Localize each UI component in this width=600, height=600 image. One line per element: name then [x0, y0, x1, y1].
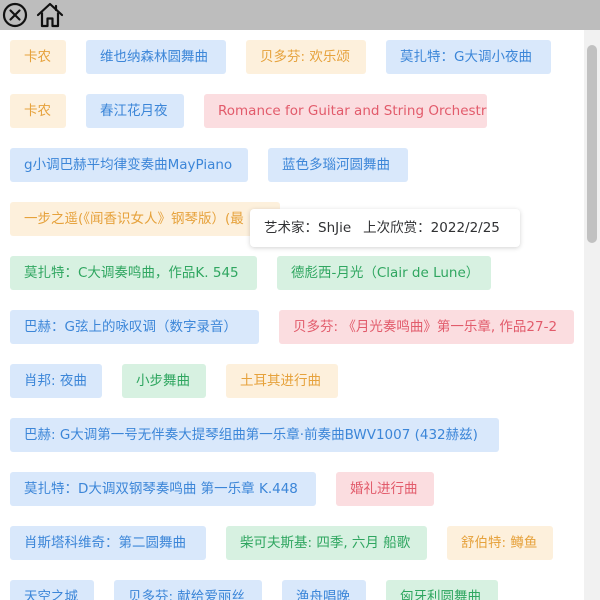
song-tag-list: 卡农 维也纳森林圆舞曲 贝多芬: 欢乐颂 莫扎特：G大调小夜曲 卡农 春江花月夜… [0, 30, 584, 600]
song-tag[interactable]: 土耳其进行曲 [226, 364, 338, 398]
song-tag[interactable]: 维也纳森林圆舞曲 [86, 40, 226, 74]
song-tag[interactable]: 莫扎特：C大调奏鸣曲，作品K. 545 [10, 256, 257, 290]
song-tag[interactable]: 一步之遥(《闻香识女人》钢琴版）(最 [10, 202, 280, 236]
song-tag[interactable]: 卡农 [10, 94, 66, 128]
song-tag[interactable]: 春江花月夜 [86, 94, 184, 128]
close-icon[interactable] [1, 1, 29, 29]
last-played-date: 2022/2/25 [430, 220, 500, 236]
artist-name: ShJie [318, 220, 352, 236]
top-toolbar [0, 0, 600, 30]
song-info-tooltip: 艺术家：ShJie 上次欣赏：2022/2/25 [250, 209, 520, 247]
song-tag[interactable]: 肖斯塔科维奇：第二圆舞曲 [10, 526, 206, 560]
song-tag[interactable]: g小调巴赫平均律变奏曲MayPiano [10, 148, 248, 182]
song-tag[interactable]: 渔舟唱晚 [282, 580, 366, 600]
home-icon[interactable] [34, 1, 66, 29]
song-tag[interactable]: 巴赫：G弦上的咏叹调（数字录音） [10, 310, 259, 344]
song-tag[interactable]: 巴赫: G大调第一号无伴奏大提琴组曲第一乐章·前奏曲BWV1007 (432赫兹… [10, 418, 499, 452]
song-tag[interactable]: 柴可夫斯基: 四季, 六月 船歌 [226, 526, 427, 560]
scrollbar-thumb[interactable] [587, 45, 597, 243]
vertical-scrollbar[interactable] [584, 30, 600, 600]
song-tag[interactable]: 蓝色多瑙河圆舞曲 [268, 148, 408, 182]
song-tag[interactable]: 莫扎特：G大调小夜曲 [386, 40, 551, 74]
song-tag[interactable]: 德彪西-月光（Clair de Lune） [277, 256, 491, 290]
song-tag[interactable]: 小步舞曲 [122, 364, 206, 398]
song-tag[interactable]: 舒伯特: 鳟鱼 [447, 526, 553, 560]
song-tag[interactable]: 贝多芬: 《月光奏鸣曲》第一乐章, 作品27-2 [279, 310, 574, 344]
song-tag[interactable]: 婚礼进行曲 [336, 472, 434, 506]
song-tag[interactable]: 莫扎特：D大调双钢琴奏鸣曲 第一乐章 K.448 [10, 472, 316, 506]
artist-label: 艺术家： [264, 220, 318, 236]
song-tag[interactable]: 肖邦: 夜曲 [10, 364, 102, 398]
song-tag[interactable]: Romance for Guitar and String Orchestra [204, 94, 487, 128]
song-tag[interactable]: 贝多芬: 献给爱丽丝 [114, 580, 262, 600]
song-tag[interactable]: 卡农 [10, 40, 66, 74]
song-tag[interactable]: 天空之城 [10, 580, 94, 600]
song-tag[interactable]: 匈牙利圆舞曲 [386, 580, 498, 600]
last-played-label: 上次欣赏： [363, 220, 431, 236]
song-tag[interactable]: 贝多芬: 欢乐颂 [246, 40, 366, 74]
